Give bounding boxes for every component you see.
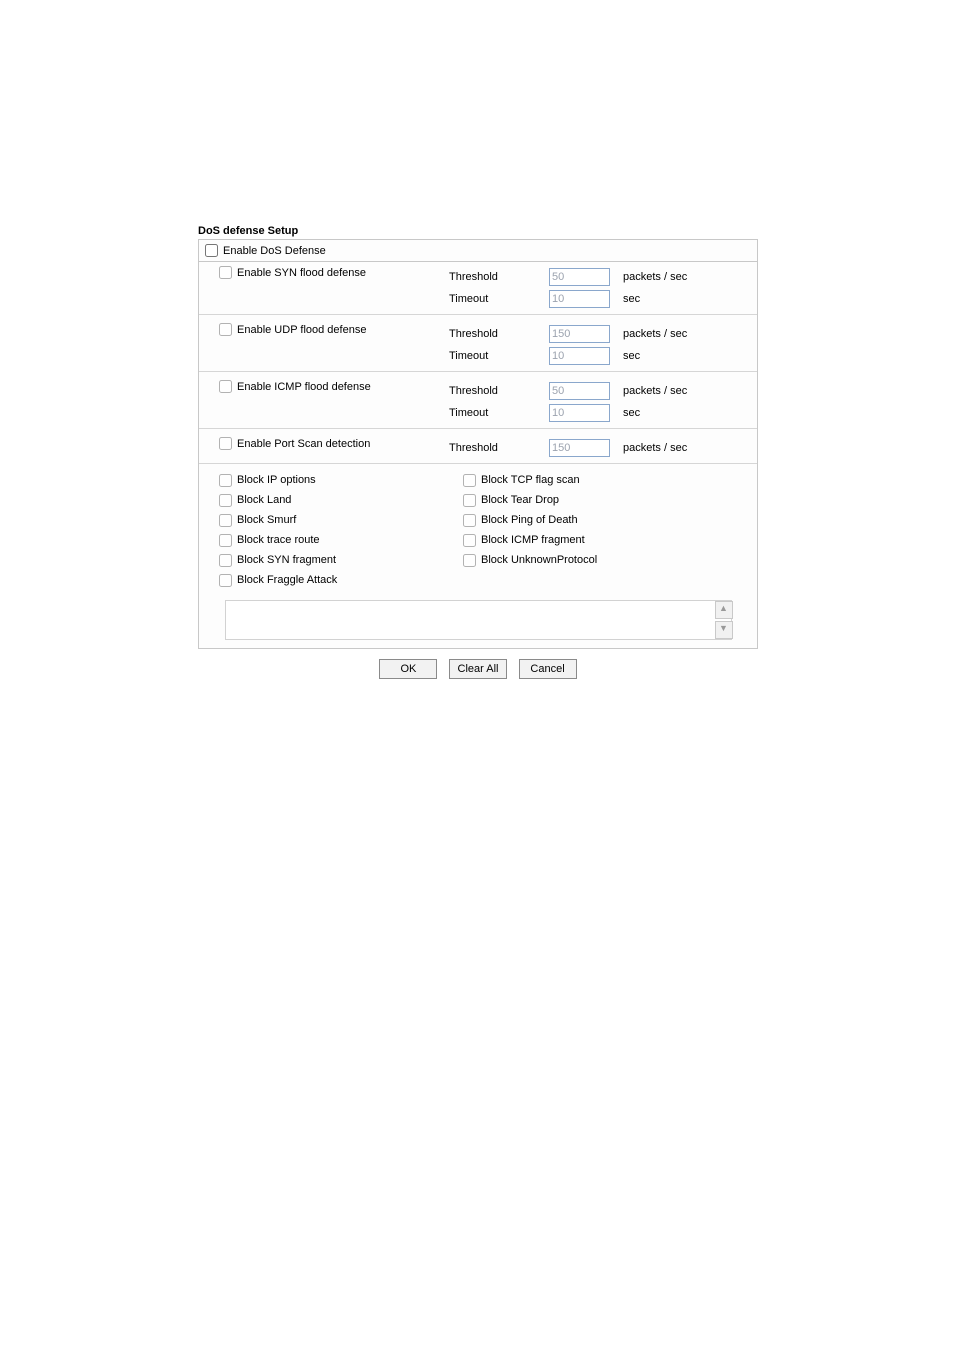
block-left-item-5-checkbox[interactable]	[219, 574, 232, 587]
block-right-item-0-label: Block TCP flag scan	[481, 474, 580, 486]
block-left-item-0[interactable]: Block IP options	[219, 470, 463, 490]
clear-all-button[interactable]: Clear All	[449, 659, 508, 679]
block-left-item-0-checkbox[interactable]	[219, 474, 232, 487]
enable-udp-flood-label: Enable UDP flood defense	[237, 324, 366, 336]
block-left-item-3-checkbox[interactable]	[219, 534, 232, 547]
icmp-timeout-unit: sec	[623, 407, 640, 419]
block-left-item-1-checkbox[interactable]	[219, 494, 232, 507]
icmp-threshold-label: Threshold	[449, 385, 498, 397]
portscan-threshold-label: Threshold	[449, 442, 498, 454]
enable-dos-defense-label: Enable DoS Defense	[223, 245, 326, 257]
scroll-down-button[interactable]: ▼	[715, 621, 733, 639]
enable-udp-flood[interactable]: Enable UDP flood defense	[219, 323, 449, 336]
enable-syn-flood[interactable]: Enable SYN flood defense	[219, 266, 449, 279]
udp-timeout-unit: sec	[623, 350, 640, 362]
syn-timeout-input[interactable]	[549, 290, 610, 308]
block-left-item-1-label: Block Land	[237, 494, 291, 506]
page-title: DoS defense Setup	[198, 225, 758, 237]
block-right-item-4[interactable]: Block UnknownProtocol	[463, 550, 751, 570]
dos-defense-panel: Enable DoS Defense Enable SYN flood defe…	[198, 239, 758, 649]
block-right-item-0-checkbox[interactable]	[463, 474, 476, 487]
block-left-item-5-label: Block Fraggle Attack	[237, 574, 337, 586]
block-left-item-3[interactable]: Block trace route	[219, 530, 463, 550]
icmp-timeout-label: Timeout	[449, 407, 488, 419]
enable-dos-defense-checkbox[interactable]	[205, 244, 218, 257]
block-right-item-3[interactable]: Block ICMP fragment	[463, 530, 751, 550]
udp-timeout-input[interactable]	[549, 347, 610, 365]
enable-udp-flood-checkbox[interactable]	[219, 323, 232, 336]
block-left-item-1[interactable]: Block Land	[219, 490, 463, 510]
block-right-item-2-label: Block Ping of Death	[481, 514, 578, 526]
block-left-item-4-checkbox[interactable]	[219, 554, 232, 567]
udp-threshold-input[interactable]	[549, 325, 610, 343]
syn-threshold-label: Threshold	[449, 271, 498, 283]
block-left-item-0-label: Block IP options	[237, 474, 316, 486]
udp-threshold-label: Threshold	[449, 328, 498, 340]
block-right-item-4-checkbox[interactable]	[463, 554, 476, 567]
block-right-item-0[interactable]: Block TCP flag scan	[463, 470, 751, 490]
icmp-threshold-input[interactable]	[549, 382, 610, 400]
enable-syn-flood-checkbox[interactable]	[219, 266, 232, 279]
enable-port-scan-label: Enable Port Scan detection	[237, 438, 370, 450]
enable-icmp-flood-checkbox[interactable]	[219, 380, 232, 393]
enable-icmp-flood[interactable]: Enable ICMP flood defense	[219, 380, 449, 393]
block-right-item-1-label: Block Tear Drop	[481, 494, 559, 506]
log-area[interactable]: ▲ ▼	[225, 600, 732, 640]
block-right-item-3-label: Block ICMP fragment	[481, 534, 585, 546]
udp-threshold-unit: packets / sec	[623, 328, 687, 340]
block-right-item-1[interactable]: Block Tear Drop	[463, 490, 751, 510]
ok-button[interactable]: OK	[379, 659, 437, 679]
block-right-item-4-label: Block UnknownProtocol	[481, 554, 597, 566]
block-left-item-2-checkbox[interactable]	[219, 514, 232, 527]
syn-threshold-unit: packets / sec	[623, 271, 687, 283]
scroll-up-button[interactable]: ▲	[715, 601, 733, 619]
enable-port-scan-checkbox[interactable]	[219, 437, 232, 450]
block-left-item-3-label: Block trace route	[237, 534, 320, 546]
block-right-item-1-checkbox[interactable]	[463, 494, 476, 507]
enable-syn-flood-label: Enable SYN flood defense	[237, 267, 366, 279]
enable-dos-defense[interactable]: Enable DoS Defense	[205, 244, 751, 257]
block-left-item-4-label: Block SYN fragment	[237, 554, 336, 566]
block-right-item-2[interactable]: Block Ping of Death	[463, 510, 751, 530]
icmp-timeout-input[interactable]	[549, 404, 610, 422]
block-right-item-3-checkbox[interactable]	[463, 534, 476, 547]
enable-icmp-flood-label: Enable ICMP flood defense	[237, 381, 371, 393]
cancel-button[interactable]: Cancel	[519, 659, 577, 679]
syn-threshold-input[interactable]	[549, 268, 610, 286]
portscan-threshold-unit: packets / sec	[623, 442, 687, 454]
portscan-threshold-input[interactable]	[549, 439, 610, 457]
syn-timeout-unit: sec	[623, 293, 640, 305]
block-left-item-5[interactable]: Block Fraggle Attack	[219, 570, 463, 590]
syn-timeout-label: Timeout	[449, 293, 488, 305]
block-left-item-4[interactable]: Block SYN fragment	[219, 550, 463, 570]
enable-port-scan[interactable]: Enable Port Scan detection	[219, 437, 449, 450]
block-left-item-2-label: Block Smurf	[237, 514, 296, 526]
icmp-threshold-unit: packets / sec	[623, 385, 687, 397]
block-left-item-2[interactable]: Block Smurf	[219, 510, 463, 530]
block-right-item-2-checkbox[interactable]	[463, 514, 476, 527]
udp-timeout-label: Timeout	[449, 350, 488, 362]
